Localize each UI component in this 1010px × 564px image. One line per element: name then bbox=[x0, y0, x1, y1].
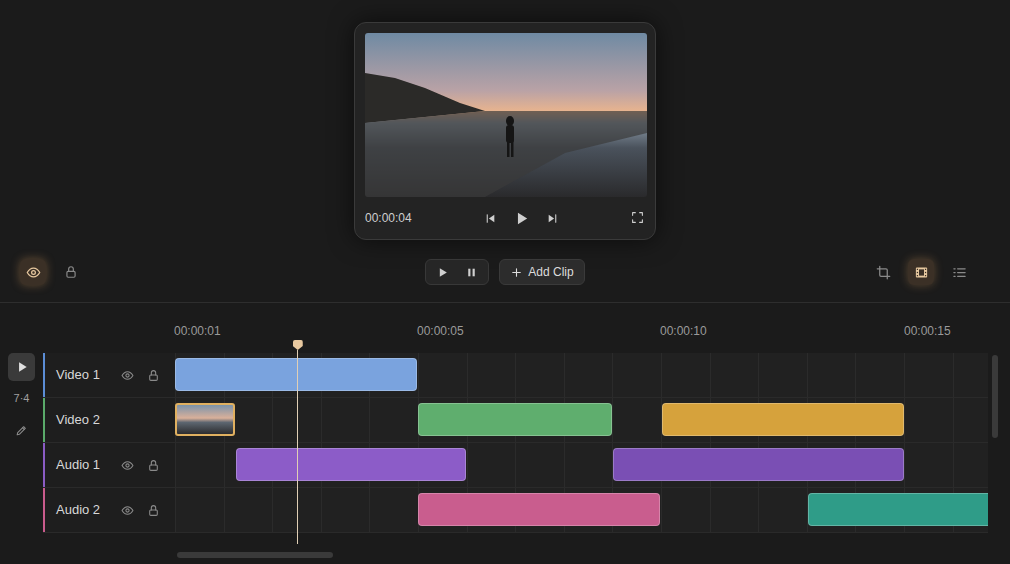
timeline-clip[interactable] bbox=[418, 493, 660, 526]
lock-icon[interactable] bbox=[147, 459, 160, 472]
lock-icon[interactable] bbox=[64, 265, 78, 279]
track-counter: 7·4 bbox=[14, 390, 30, 407]
playback-group bbox=[425, 259, 489, 285]
track-name: Audio 1 bbox=[56, 455, 121, 475]
transport-controls bbox=[484, 210, 559, 227]
visibility-toggle[interactable] bbox=[20, 259, 46, 285]
track-header: Video 1 bbox=[43, 353, 175, 397]
lock-icon[interactable] bbox=[147, 369, 160, 382]
plus-icon bbox=[510, 266, 523, 279]
ruler-label: 00:00:10 bbox=[660, 322, 707, 340]
lock-icon[interactable] bbox=[147, 504, 160, 517]
film-icon bbox=[914, 265, 929, 280]
track-row: Audio 1 bbox=[43, 443, 988, 488]
ruler-label: 00:00:01 bbox=[174, 322, 221, 340]
fullscreen-button[interactable] bbox=[631, 211, 645, 225]
video-clip-thumbnail[interactable] bbox=[175, 403, 235, 436]
skip-forward-icon[interactable] bbox=[546, 212, 559, 225]
add-clip-button[interactable]: Add Clip bbox=[499, 259, 584, 285]
timeline: 00:00:01 00:00:05 00:00:10 00:00:15 7·4 Vid… bbox=[0, 302, 1010, 564]
editor-app: 00:00:04 Add Clip 00:00:0100:00:0500:00:… bbox=[0, 0, 1010, 564]
fullscreen-icon[interactable] bbox=[631, 211, 644, 224]
track-name: Video 1 bbox=[56, 365, 121, 385]
playhead[interactable] bbox=[292, 340, 304, 544]
add-clip-label: Add Clip bbox=[528, 263, 573, 281]
track-row: Video 1 bbox=[43, 353, 988, 398]
preview-controls: 00:00:04 bbox=[365, 197, 645, 239]
ruler-label: 00:00:15 bbox=[904, 322, 951, 340]
preview-panel: 00:00:04 bbox=[354, 22, 656, 240]
track-controls bbox=[121, 369, 160, 382]
toolbar: Add Clip bbox=[0, 258, 1010, 286]
eye-icon[interactable] bbox=[121, 369, 134, 382]
play-track-button[interactable] bbox=[8, 353, 35, 381]
pencil-icon[interactable] bbox=[15, 424, 28, 437]
playhead-line bbox=[297, 350, 298, 544]
play-icon[interactable] bbox=[436, 266, 449, 279]
view-button[interactable] bbox=[870, 259, 896, 285]
crop-icon bbox=[876, 265, 891, 280]
preview-frame bbox=[365, 33, 647, 197]
preview-time: 00:00:04 bbox=[365, 209, 412, 227]
eye-icon[interactable] bbox=[121, 504, 134, 517]
horizontal-scrollbar[interactable] bbox=[177, 552, 333, 558]
timeline-clip[interactable] bbox=[808, 493, 988, 526]
play-icon[interactable] bbox=[513, 210, 530, 227]
timeline-clip[interactable] bbox=[662, 403, 904, 436]
view-button[interactable] bbox=[946, 259, 972, 285]
track-gutter: 7·4 bbox=[0, 353, 43, 533]
track-row: Audio 2 bbox=[43, 488, 988, 533]
vertical-scrollbar[interactable] bbox=[988, 353, 1010, 533]
timeline-clip[interactable] bbox=[613, 448, 904, 481]
timeline-clip[interactable] bbox=[236, 448, 466, 481]
track-name: Video 2 bbox=[56, 410, 160, 430]
playhead-handle[interactable] bbox=[293, 340, 303, 350]
ruler-label: 00:00:05 bbox=[417, 322, 464, 340]
track-header: Audio 1 bbox=[43, 443, 175, 487]
list-icon bbox=[952, 265, 967, 280]
track-header: Video 2 bbox=[43, 398, 175, 442]
pause-icon[interactable] bbox=[465, 266, 478, 279]
track-row: Video 2 bbox=[43, 398, 988, 443]
timeline-clip[interactable] bbox=[175, 358, 417, 391]
skip-back-icon[interactable] bbox=[484, 212, 497, 225]
track-controls bbox=[121, 504, 160, 517]
eye-icon bbox=[26, 265, 41, 280]
track-header: Audio 2 bbox=[43, 488, 175, 532]
view-button[interactable] bbox=[908, 259, 934, 285]
track-controls bbox=[121, 459, 160, 472]
play-icon bbox=[15, 360, 29, 374]
timeline-clip[interactable] bbox=[418, 403, 612, 436]
eye-icon[interactable] bbox=[121, 459, 134, 472]
track-name: Audio 2 bbox=[56, 500, 121, 520]
